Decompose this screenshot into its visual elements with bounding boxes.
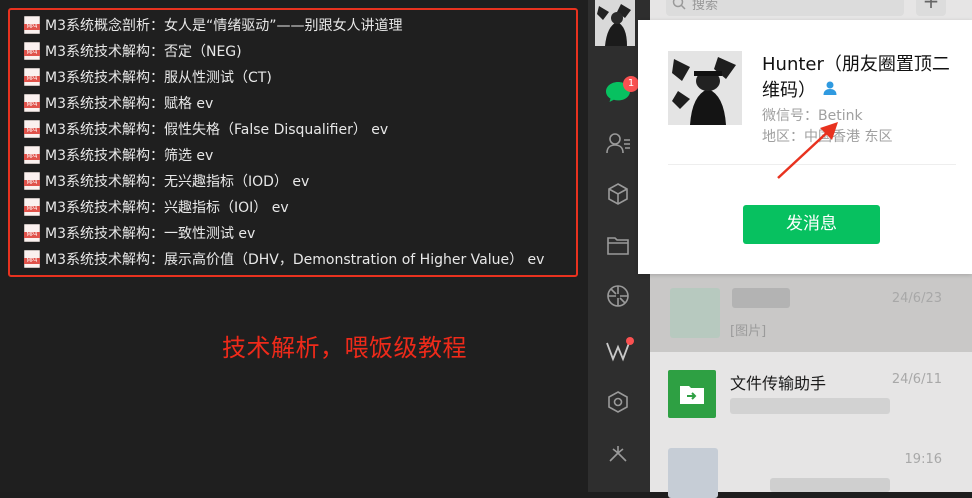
folder-icon[interactable] <box>604 231 632 259</box>
chat-item[interactable]: 19:16 <box>650 436 972 498</box>
file-name: M3系统技术解构：一致性测试 ev <box>45 226 256 242</box>
mp4-file-icon <box>24 120 40 138</box>
contact-name: Hunter（朋友圈置顶二维码） <box>762 52 962 104</box>
chat-name: 文件传输助手 <box>730 374 827 393</box>
file-item[interactable]: M3系统技术解构：展示高价值（DHV，Demonstration of High… <box>24 246 584 272</box>
file-item[interactable]: M3系统概念剖析：女人是“情绪驱动”——别跟女人讲道理 <box>24 12 584 38</box>
contact-avatar-image-icon <box>668 51 742 125</box>
contact-avatar[interactable] <box>668 51 742 125</box>
more-icon[interactable] <box>604 441 632 469</box>
mp4-file-icon <box>24 172 40 190</box>
file-name: M3系统技术解构：赋格 ev <box>45 96 214 112</box>
file-item[interactable]: M3系统技术解构：无兴趣指标（IOD） ev <box>24 168 584 194</box>
chat-time: 24/6/11 <box>891 372 942 387</box>
blurred-avatar <box>668 448 718 498</box>
search-input[interactable]: 搜索 <box>666 0 904 16</box>
moments-icon[interactable] <box>604 282 632 310</box>
blurred-preview <box>770 478 890 492</box>
chat-time: 19:16 <box>904 452 942 467</box>
blurred-name <box>732 288 790 308</box>
file-name: M3系统概念剖析：女人是“情绪驱动”——别跟女人讲道理 <box>45 18 403 34</box>
my-avatar[interactable] <box>595 0 635 46</box>
video-file-list: M3系统概念剖析：女人是“情绪驱动”——别跟女人讲道理 M3系统技术解构：否定（… <box>24 12 584 272</box>
blurred-avatar <box>670 288 720 338</box>
file-name: M3系统技术解构：否定（NEG) <box>45 44 242 60</box>
mp4-file-icon <box>24 94 40 112</box>
file-name: M3系统技术解构：无兴趣指标（IOD） ev <box>45 174 310 190</box>
favorites-box-icon[interactable] <box>604 180 632 208</box>
miniprogram-icon[interactable] <box>604 388 632 416</box>
mp4-file-icon <box>24 250 40 268</box>
chat-preview: [图片] <box>730 324 767 339</box>
file-item[interactable]: M3系统技术解构：假性失格（False Disqualifier） ev <box>24 116 584 142</box>
mp4-file-icon <box>24 224 40 242</box>
annotation-text: 技术解析，喂饭级教程 <box>222 334 467 362</box>
chat-time: 24/6/23 <box>891 291 942 306</box>
file-item[interactable]: M3系统技术解构：服从性测试（CT) <box>24 64 584 90</box>
file-name: M3系统技术解构：假性失格（False Disqualifier） ev <box>45 122 389 138</box>
contacts-icon[interactable] <box>604 129 632 157</box>
mp4-file-icon <box>24 198 40 216</box>
chat-item-file-transfer[interactable]: 文件传输助手 24/6/11 <box>650 356 972 428</box>
file-item[interactable]: M3系统技术解构：筛选 ev <box>24 142 584 168</box>
search-placeholder: 搜索 <box>692 0 719 13</box>
mp4-file-icon <box>24 16 40 34</box>
red-arrow-icon <box>777 122 838 179</box>
avatar-image-icon <box>595 0 635 46</box>
unread-badge: 1 <box>623 76 639 92</box>
mp4-file-icon <box>24 42 40 60</box>
send-message-button[interactable]: 发消息 <box>743 205 880 244</box>
search-icon <box>672 0 686 10</box>
file-name: M3系统技术解构：展示高价值（DHV，Demonstration of High… <box>45 252 545 268</box>
file-list-panel: M3系统概念剖析：女人是“情绪驱动”——别跟女人讲道理 M3系统技术解构：否定（… <box>0 0 588 492</box>
file-item[interactable]: M3系统技术解构：一致性测试 ev <box>24 220 584 246</box>
file-transfer-icon <box>668 370 716 418</box>
add-button[interactable]: + <box>916 0 946 16</box>
file-name: M3系统技术解构：兴趣指标（IOI） ev <box>45 200 289 216</box>
blurred-preview <box>730 398 890 414</box>
file-item[interactable]: M3系统技术解构：否定（NEG) <box>24 38 584 64</box>
file-name: M3系统技术解构：服从性测试（CT) <box>45 70 272 86</box>
file-item[interactable]: M3系统技术解构：赋格 ev <box>24 90 584 116</box>
mp4-file-icon <box>24 146 40 164</box>
mp4-file-icon <box>24 68 40 86</box>
file-item[interactable]: M3系统技术解构：兴趣指标（IOI） ev <box>24 194 584 220</box>
person-icon <box>822 78 838 104</box>
contact-name-text: Hunter（朋友圈置顶二维码） <box>762 54 950 101</box>
notification-dot <box>626 337 634 345</box>
file-name: M3系统技术解构：筛选 ev <box>45 148 214 164</box>
